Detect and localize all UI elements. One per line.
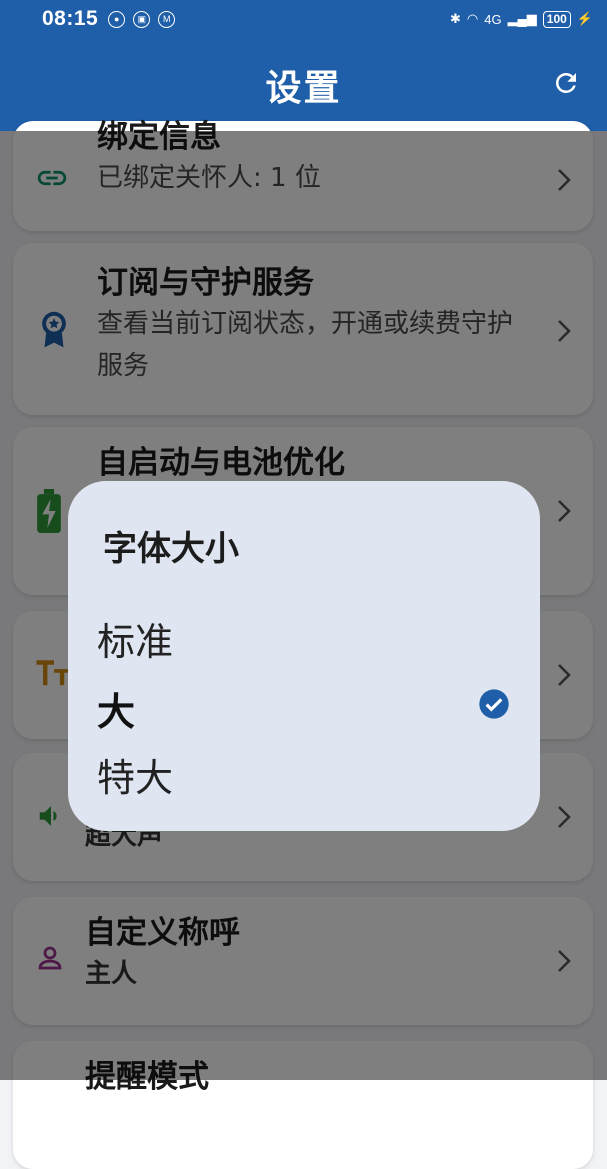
option-standard[interactable]: 标准: [97, 611, 173, 666]
option-extra-large[interactable]: 特大: [97, 747, 173, 802]
bluetooth-icon: ✱: [449, 11, 461, 26]
status-bar: 08:15 ● ▣ M ✱ ◠ 4G ▂▄▆ 100 ⚡: [0, 0, 607, 38]
charging-icon: ⚡: [576, 11, 593, 26]
option-large[interactable]: 大: [97, 681, 135, 736]
page-title: 设置: [265, 67, 342, 109]
wifi-icon: ◠: [466, 11, 479, 26]
refresh-icon[interactable]: [551, 68, 581, 98]
mail-notification-icon: M: [158, 10, 176, 28]
font-size-dialog: 字体大小 标准 大 特大: [68, 481, 540, 831]
battery-level: 100: [542, 10, 571, 28]
status-time: 08:15: [42, 7, 99, 30]
network-type: 4G: [484, 11, 502, 27]
check-circle-icon: [479, 689, 509, 719]
dialog-title: 字体大小: [103, 529, 239, 569]
app-notification-icon: ●: [108, 10, 126, 28]
sim-notification-icon: ▣: [133, 10, 151, 28]
signal-icon: ▂▄▆: [507, 11, 537, 26]
